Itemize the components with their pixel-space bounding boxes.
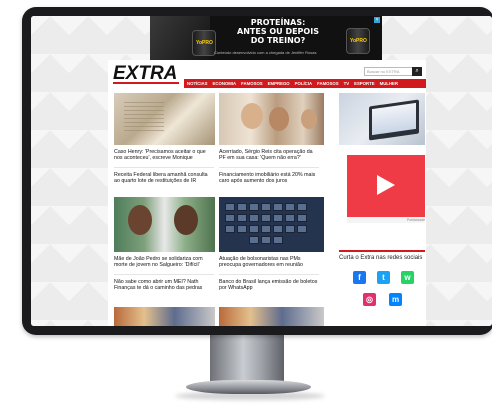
video-tile [261, 203, 271, 211]
video-tile [249, 236, 259, 244]
video-tile [273, 236, 283, 244]
facebook-icon[interactable]: f [353, 271, 366, 284]
divider [114, 274, 214, 275]
nav-item-famosos[interactable]: FAMOSOS [241, 81, 263, 86]
article-image[interactable] [219, 307, 324, 326]
nav-item-economia[interactable]: ECONOMIA [213, 81, 237, 86]
article-image[interactable] [114, 197, 215, 252]
stage: YoPRO YoPRO PROTEÍNAS: ANTES OU DEPOIS D… [0, 0, 492, 420]
messenger-glyph: m [391, 295, 400, 304]
news-page: EXTRA Buscar no EXTRA ⌕ NOTÍCIAS ECONOMI… [108, 60, 426, 326]
person-face [128, 205, 152, 235]
section-rule [339, 250, 425, 252]
video-ad[interactable]: Publicidade [347, 155, 425, 223]
search-button[interactable]: ⌕ [412, 67, 422, 76]
video-tile [225, 203, 235, 211]
ad-product-right-label: YoPRO [350, 38, 367, 44]
video-credit: Publicidade [406, 218, 425, 222]
video-tile [261, 236, 271, 244]
monitor-stand-base [186, 380, 311, 394]
ad-close-button[interactable]: × [374, 17, 380, 23]
video-tile [297, 225, 307, 233]
person-face [301, 109, 317, 129]
nav-item-esporte[interactable]: ESPORTE [354, 81, 375, 86]
video-tile [285, 203, 295, 211]
article-headline[interactable]: Financiamento imobiliário está 20% mais … [219, 172, 319, 185]
nav-item-noticias[interactable]: NOTÍCIAS [187, 81, 208, 86]
ad-headline: PROTEÍNAS: ANTES OU DEPOIS DO TREINO? [218, 18, 338, 45]
video-tile [249, 203, 259, 211]
ad-headline-line-3: DO TREINO? [250, 36, 306, 45]
social-section-title: Curta o Extra nas redes sociais [339, 255, 423, 261]
ad-product-left-label: YoPRO [196, 40, 213, 46]
person-face [269, 107, 289, 131]
site-logo[interactable]: EXTRA [110, 62, 182, 84]
article-image[interactable] [114, 93, 215, 145]
article-image[interactable] [114, 307, 215, 326]
video-tile [285, 214, 295, 222]
video-tile [297, 203, 307, 211]
video-tile [261, 214, 271, 222]
video-tile [297, 214, 307, 222]
video-frame [347, 155, 425, 217]
ad-headline-line-1: PROTEÍNAS: [250, 18, 306, 27]
article-headline[interactable]: Acerriado, Sérgio Reis cita operação da … [219, 149, 319, 162]
logo-underline [113, 82, 179, 84]
nav-item-emprego[interactable]: EMPREGO [268, 81, 290, 86]
video-tile [273, 214, 283, 222]
instagram-icon[interactable]: ◎ [363, 293, 376, 306]
nav-item-mulher[interactable]: MULHER [380, 81, 398, 86]
nav-item-policia[interactable]: POLÍCIA [295, 81, 312, 86]
ad-footnote: Conteúdo desenvolvido com a chegada de J… [214, 50, 317, 55]
divider [219, 167, 319, 168]
twitter-icon[interactable]: t [377, 271, 390, 284]
article-headline[interactable]: Atuação de bolsonaristas nas PMs preocup… [219, 256, 319, 269]
monitor-stand-neck [210, 335, 284, 385]
divider [114, 167, 214, 168]
article-image[interactable] [219, 197, 324, 252]
site-header: EXTRA Buscar no EXTRA ⌕ NOTÍCIAS ECONOMI… [108, 60, 426, 88]
video-tile [225, 225, 235, 233]
monitor-frame: YoPRO YoPRO PROTEÍNAS: ANTES OU DEPOIS D… [22, 7, 492, 335]
video-tile [249, 214, 259, 222]
divider [219, 274, 319, 275]
play-icon[interactable] [373, 173, 397, 197]
main-nav: NOTÍCIAS ECONOMIA FAMOSOS EMPREGO POLÍCI… [184, 79, 426, 88]
article-headline[interactable]: Receita Federal libera amanhã consulta a… [114, 172, 214, 185]
video-tile [225, 214, 235, 222]
sidebar-article-image[interactable] [339, 93, 425, 145]
video-tile [249, 225, 259, 233]
monitor-screen: YoPRO YoPRO PROTEÍNAS: ANTES OU DEPOIS D… [31, 16, 492, 326]
messenger-icon[interactable]: m [389, 293, 402, 306]
person-face [174, 205, 198, 235]
video-tile [237, 203, 247, 211]
video-tile [237, 214, 247, 222]
person-face [241, 103, 263, 129]
ad-product-right: YoPRO [346, 28, 370, 54]
instagram-glyph: ◎ [366, 295, 373, 304]
nav-item-famosos-2[interactable]: FAMOSOS [317, 81, 339, 86]
ad-product-left: YoPRO [192, 30, 216, 56]
video-tile [273, 203, 283, 211]
twitter-glyph: t [382, 273, 385, 282]
article-headline[interactable]: Não sabe como abrir um MEI? Nath Finança… [114, 279, 214, 292]
video-tile [261, 225, 271, 233]
article-headline[interactable]: Mãe de João Pedro se solidariza com mort… [114, 256, 214, 269]
article-headline[interactable]: Caso Henry: 'Precisamos aceitar o que no… [114, 149, 214, 162]
nav-item-tv[interactable]: TV [344, 81, 350, 86]
ad-banner[interactable]: YoPRO YoPRO PROTEÍNAS: ANTES OU DEPOIS D… [150, 16, 382, 60]
video-tile [285, 225, 295, 233]
article-headline[interactable]: Banco do Brasil lança emissão de boletos… [219, 279, 319, 292]
search-icon: ⌕ [415, 68, 419, 74]
facebook-glyph: f [358, 273, 361, 282]
video-tile [273, 225, 283, 233]
whatsapp-icon[interactable]: w [401, 271, 414, 284]
laptop-illustration [369, 99, 419, 141]
whatsapp-glyph: w [404, 273, 411, 282]
article-image[interactable] [219, 93, 324, 145]
video-tile [237, 225, 247, 233]
ad-headline-line-2: ANTES OU DEPOIS [237, 27, 319, 36]
